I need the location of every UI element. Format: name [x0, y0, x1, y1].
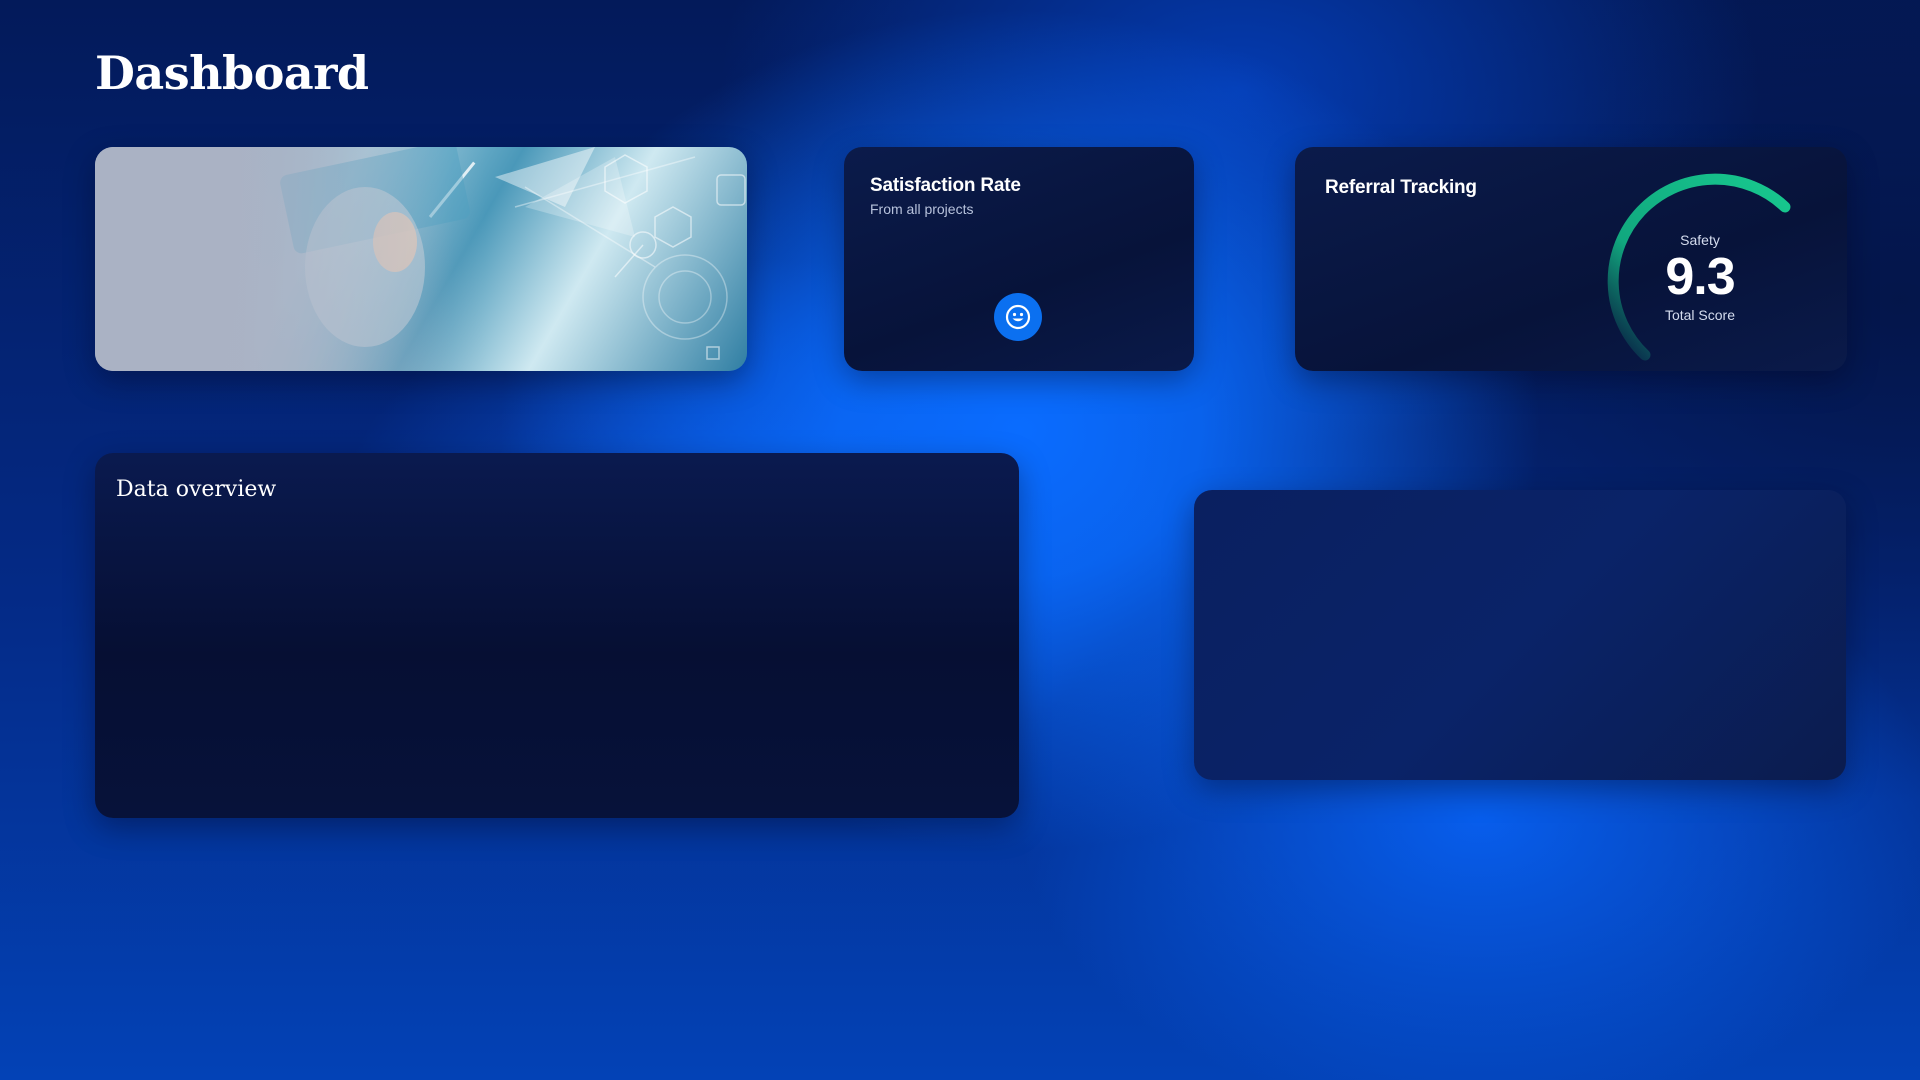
- data-overview-card: Data overview: [95, 453, 1019, 818]
- score-value: 9.3: [1665, 248, 1735, 306]
- referral-tracking-card: Referral Tracking Safety 9.3 Total Score: [1295, 147, 1847, 371]
- data-overview-title: Data overview: [116, 477, 277, 502]
- smile-icon: [1005, 304, 1031, 330]
- empty-panel: [1194, 490, 1846, 780]
- technology-illustration: [95, 147, 747, 371]
- gauge-label: Safety: [1680, 232, 1720, 248]
- satisfaction-rate-card: Satisfaction Rate From all projects: [844, 147, 1194, 371]
- smile-button[interactable]: [994, 293, 1042, 341]
- satisfaction-subtitle: From all projects: [870, 201, 974, 217]
- page-title: Dashboard: [95, 46, 369, 100]
- score-caption: Total Score: [1664, 307, 1736, 323]
- satisfaction-title: Satisfaction Rate: [870, 175, 1021, 196]
- hero-image-card: [95, 147, 747, 371]
- referral-title: Referral Tracking: [1325, 177, 1477, 198]
